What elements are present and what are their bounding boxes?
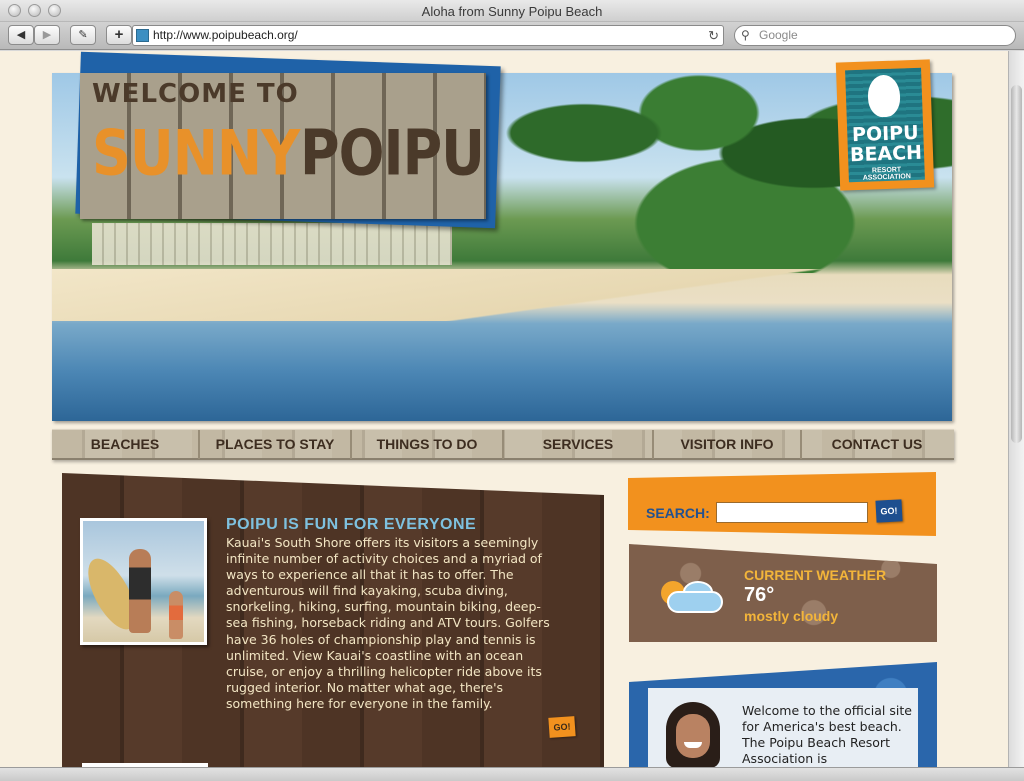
browser-toolbar: ◀ ▶ ✎ + http://www.poipubeach.org/ ↻ ⚲ G…: [0, 22, 1024, 50]
nav-item-services[interactable]: SERVICES: [504, 430, 654, 459]
weather-condition: mostly cloudy: [744, 608, 839, 624]
cloud-icon: [667, 591, 723, 613]
beach-sand-illustration: [52, 269, 952, 321]
hostess-portrait: [660, 702, 726, 767]
photo-image: [78, 521, 204, 642]
address-bar[interactable]: http://www.poipubeach.org/ ↻: [132, 25, 724, 46]
search-go-button[interactable]: GO!: [875, 499, 903, 523]
search-icon: ⚲: [741, 28, 750, 42]
google-search-placeholder: Google: [759, 28, 798, 42]
child-figure: [169, 591, 183, 639]
site-search-input[interactable]: [716, 502, 868, 523]
status-bar: [0, 767, 1024, 781]
scrollbar-thumb[interactable]: [1011, 85, 1022, 443]
site-favicon-icon: [136, 29, 149, 42]
window-titlebar: Aloha from Sunny Poipu Beach: [0, 0, 1024, 22]
portrait-face: [676, 714, 710, 758]
story-body: Kauai's South Shore offers its visitors …: [226, 535, 550, 711]
poipu-text: POIPU: [300, 117, 485, 190]
story-go-button[interactable]: GO!: [548, 716, 576, 738]
weather-temperature: 76°: [744, 584, 775, 606]
back-button[interactable]: ◀: [8, 25, 34, 45]
nav-item-places-to-stay[interactable]: PLACES TO STAY: [200, 430, 352, 459]
sunny-text: SUNNY: [92, 117, 300, 190]
seashell-icon: [867, 74, 901, 118]
address-url: http://www.poipubeach.org/: [153, 28, 298, 42]
nav-item-visitor-info[interactable]: VISITOR INFO: [654, 430, 802, 459]
pencil-icon: ✎: [78, 29, 88, 41]
logo-line-beach: BEACH: [849, 141, 923, 167]
search-label: SEARCH:: [646, 505, 710, 521]
nav-item-things-to-do[interactable]: THINGS TO DO: [352, 430, 504, 459]
welcome-text: Welcome to the official site for America…: [742, 703, 912, 766]
weather-title: CURRENT WEATHER: [744, 567, 887, 583]
forward-arrow-icon: ▶: [42, 29, 52, 41]
window-title: Aloha from Sunny Poipu Beach: [421, 4, 603, 19]
add-bookmark-button[interactable]: +: [106, 25, 132, 45]
nav-item-contact-us[interactable]: CONTACT US: [802, 430, 952, 459]
back-arrow-icon: ◀: [16, 29, 26, 41]
logo-panel: POIPU BEACH RESORT ASSOCIATION: [845, 67, 925, 183]
partly-cloudy-icon: [653, 577, 727, 617]
google-search-field[interactable]: ⚲ Google: [734, 25, 1016, 46]
main-nav: BEACHES PLACES TO STAY THINGS TO DO SERV…: [52, 429, 954, 460]
page-viewport: WELCOME TO SUNNY POIPU POIPU BEACH RESOR…: [0, 51, 1008, 767]
vertical-scrollbar[interactable]: [1008, 51, 1024, 767]
story-title: POIPU IS FUN FOR EVERYONE: [226, 516, 477, 533]
surfer-family-photo[interactable]: [78, 518, 207, 645]
poipu-beach-logo[interactable]: POIPU BEACH RESORT ASSOCIATION: [835, 59, 935, 191]
forward-button[interactable]: ▶: [34, 25, 60, 45]
nav-item-beaches[interactable]: BEACHES: [52, 430, 200, 459]
edit-bookmarks-button[interactable]: ✎: [70, 25, 96, 45]
reload-icon[interactable]: ↻: [708, 26, 719, 45]
welcome-to-text: WELCOME TO: [92, 79, 299, 109]
father-figure: [129, 549, 151, 633]
logo-subtitle: RESORT ASSOCIATION: [862, 166, 911, 182]
resort-building-illustration: [92, 223, 452, 265]
